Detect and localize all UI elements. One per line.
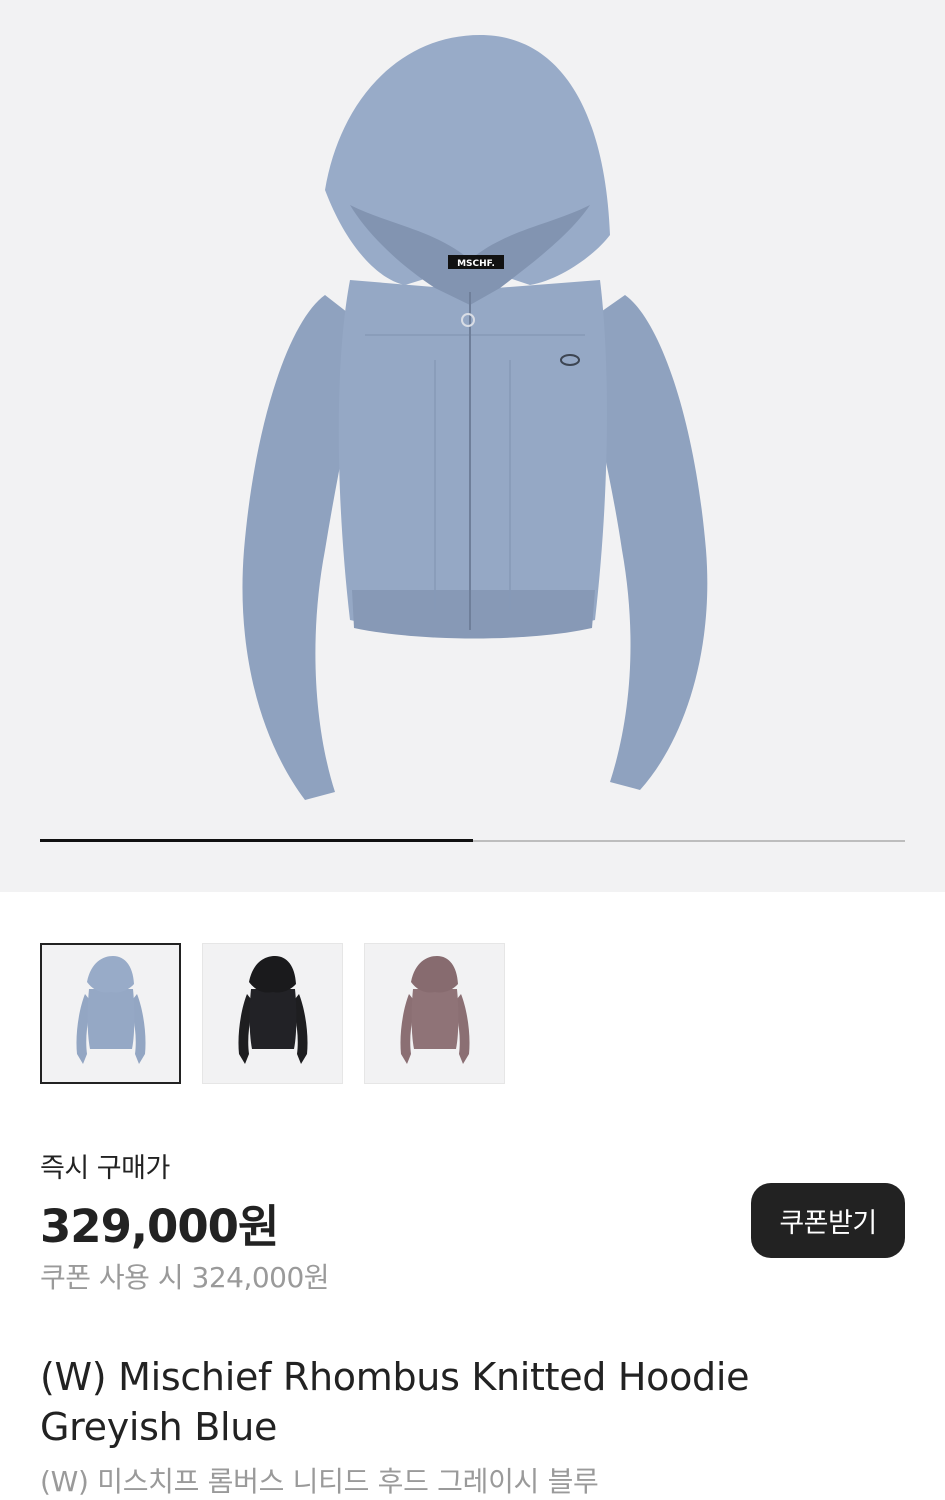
price-label: 즉시 구매가 bbox=[40, 1153, 170, 1184]
price-value: 329,000원 bbox=[40, 1200, 279, 1253]
color-variant-thumbnails bbox=[40, 943, 505, 1084]
product-image: MSCHF. bbox=[242, 35, 708, 800]
product-title-en-line1: (W) Mischief Rhombus Knitted Hoodie bbox=[40, 1355, 750, 1399]
hoodie-thumbnail-image bbox=[75, 955, 146, 1064]
thumbnail-mauve[interactable] bbox=[364, 943, 505, 1084]
hoodie-thumbnail-image bbox=[237, 955, 308, 1064]
image-slide-progress-fill bbox=[40, 839, 473, 842]
thumbnail-greyish-blue[interactable] bbox=[40, 943, 181, 1084]
product-title-en: (W) Mischief Rhombus Knitted Hoodie Grey… bbox=[40, 1352, 900, 1452]
product-title-en-line2: Greyish Blue bbox=[40, 1405, 278, 1449]
coupon-price: 쿠폰 사용 시 324,000원 bbox=[40, 1261, 330, 1294]
get-coupon-button[interactable]: 쿠폰받기 bbox=[751, 1183, 905, 1258]
thumbnail-black[interactable] bbox=[202, 943, 343, 1084]
product-title-ko: (W) 미스치프 롬버스 니티드 후드 그레이시 블루 bbox=[40, 1465, 599, 1498]
hoodie-thumbnail-image bbox=[399, 955, 470, 1064]
brand-tag: MSCHF. bbox=[457, 259, 495, 269]
image-slide-progress bbox=[40, 839, 905, 842]
product-image-gallery[interactable]: MSCHF. bbox=[0, 0, 945, 892]
